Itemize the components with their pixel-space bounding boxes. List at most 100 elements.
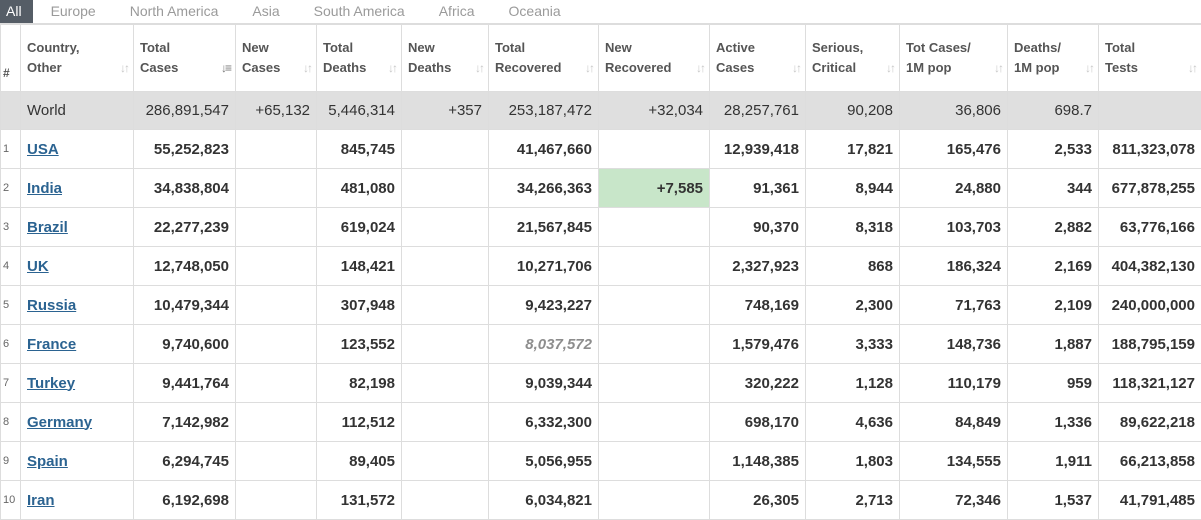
tab-europe[interactable]: Europe [34,3,113,23]
tab-asia[interactable]: Asia [235,3,296,23]
cell-new-recovered [599,286,710,325]
cell-total-cases: 7,142,982 [134,403,236,442]
cell-cases-per-million: 84,849 [900,403,1008,442]
cell-new-cases [236,130,317,169]
sort-arrows-icon[interactable]: ↓↑ [886,58,894,78]
header-deaths-per-million[interactable]: Deaths/1M pop↓↑ [1008,25,1099,92]
cell-total-tests: 66,213,858 [1099,442,1201,481]
cell-active-cases: 698,170 [710,403,806,442]
header-total-tests[interactable]: TotalTests↓↑ [1099,25,1201,92]
cell-new-recovered [599,481,710,520]
cell-serious-critical: 90,208 [806,92,900,130]
sort-arrows-icon[interactable]: ↓↑ [303,58,311,78]
header-new-recovered[interactable]: NewRecovered↓↑ [599,25,710,92]
cell-cases-per-million: 103,703 [900,208,1008,247]
cell-total-deaths: 89,405 [317,442,402,481]
table-row: 9Spain6,294,74589,4055,056,9551,148,3851… [1,442,1201,481]
row-index: 1 [1,130,21,169]
covid-stats-table: # Country,Other↓↑ TotalCases↓≡ NewCases↓… [0,24,1201,520]
cell-active-cases: 28,257,761 [710,92,806,130]
cell-total-cases: 12,748,050 [134,247,236,286]
cell-serious-critical: 3,333 [806,325,900,364]
cell-new-deaths [402,286,489,325]
sort-arrows-icon[interactable]: ↓↑ [475,58,483,78]
country-link[interactable]: France [27,336,76,353]
tab-africa[interactable]: Africa [422,3,492,23]
world-label: World [21,92,134,130]
header-index[interactable]: # [1,25,21,92]
table-row: 8Germany7,142,982112,5126,332,300698,170… [1,403,1201,442]
tab-north-america[interactable]: North America [113,3,236,23]
tab-south-america[interactable]: South America [297,3,422,23]
cell-total-cases: 55,252,823 [134,130,236,169]
sort-arrows-icon[interactable]: ↓↑ [585,58,593,78]
sort-arrows-icon[interactable]: ↓↑ [388,58,396,78]
sort-desc-icon[interactable]: ↓≡ [221,58,230,78]
cell-new-cases [236,364,317,403]
cell-total-recovered: 41,467,660 [489,130,599,169]
cell-total-deaths: 82,198 [317,364,402,403]
cell-total-deaths: 131,572 [317,481,402,520]
cell-total-cases: 10,479,344 [134,286,236,325]
world-total-row: World 286,891,547 +65,132 5,446,314 +357… [1,92,1201,130]
sort-arrows-icon[interactable]: ↓↑ [696,58,704,78]
cell-cases-per-million: 134,555 [900,442,1008,481]
cell-new-recovered [599,403,710,442]
cell-total-recovered: 253,187,472 [489,92,599,130]
cell-serious-critical: 8,944 [806,169,900,208]
cell-cases-per-million: 186,324 [900,247,1008,286]
cell-total-cases: 9,441,764 [134,364,236,403]
header-new-deaths[interactable]: NewDeaths↓↑ [402,25,489,92]
sort-arrows-icon[interactable]: ↓↑ [1085,58,1093,78]
cell-new-recovered: +32,034 [599,92,710,130]
cell-new-recovered [599,247,710,286]
header-row: # Country,Other↓↑ TotalCases↓≡ NewCases↓… [1,25,1201,92]
cell-new-deaths [402,403,489,442]
country-link[interactable]: Turkey [27,375,75,392]
cell-serious-critical: 1,128 [806,364,900,403]
tab-all[interactable]: All [0,0,33,23]
cell-serious-critical: 2,713 [806,481,900,520]
country-link[interactable]: Brazil [27,219,68,236]
sort-arrows-icon[interactable]: ↓↑ [120,58,128,78]
cell-cases-per-million: 110,179 [900,364,1008,403]
sort-arrows-icon[interactable]: ↓↑ [792,58,800,78]
sort-arrows-icon[interactable]: ↓↑ [1188,58,1196,78]
country-link[interactable]: India [27,180,62,197]
cell-new-cases [236,208,317,247]
cell-active-cases: 1,579,476 [710,325,806,364]
cell-total-tests: 188,795,159 [1099,325,1201,364]
cell-total-deaths: 5,446,314 [317,92,402,130]
header-serious-critical[interactable]: Serious,Critical↓↑ [806,25,900,92]
tab-oceania[interactable]: Oceania [492,3,578,23]
header-active-cases[interactable]: ActiveCases↓↑ [710,25,806,92]
row-index: 10 [1,481,21,520]
country-cell: Germany [21,403,134,442]
country-link[interactable]: Iran [27,492,55,509]
cell-total-tests [1099,92,1201,130]
header-total-recovered[interactable]: TotalRecovered↓↑ [489,25,599,92]
country-cell: Brazil [21,208,134,247]
country-link[interactable]: UK [27,258,49,275]
header-total-deaths[interactable]: TotalDeaths↓↑ [317,25,402,92]
cell-serious-critical: 868 [806,247,900,286]
cell-active-cases: 748,169 [710,286,806,325]
cell-total-deaths: 845,745 [317,130,402,169]
country-link[interactable]: USA [27,141,59,158]
sort-arrows-icon[interactable]: ↓↑ [994,58,1002,78]
row-index: 5 [1,286,21,325]
table-row: 2India34,838,804481,08034,266,363+7,5859… [1,169,1201,208]
header-cases-per-million[interactable]: Tot Cases/1M pop↓↑ [900,25,1008,92]
cell-deaths-per-million: 959 [1008,364,1099,403]
header-total-cases[interactable]: TotalCases↓≡ [134,25,236,92]
header-new-cases[interactable]: NewCases↓↑ [236,25,317,92]
cell-active-cases: 1,148,385 [710,442,806,481]
cell-total-tests: 404,382,130 [1099,247,1201,286]
cell-total-tests: 677,878,255 [1099,169,1201,208]
country-link[interactable]: Russia [27,297,76,314]
country-link[interactable]: Spain [27,453,68,470]
country-link[interactable]: Germany [27,414,92,431]
header-country[interactable]: Country,Other↓↑ [21,25,134,92]
cell-total-recovered: 34,266,363 [489,169,599,208]
cell-total-cases: 34,838,804 [134,169,236,208]
